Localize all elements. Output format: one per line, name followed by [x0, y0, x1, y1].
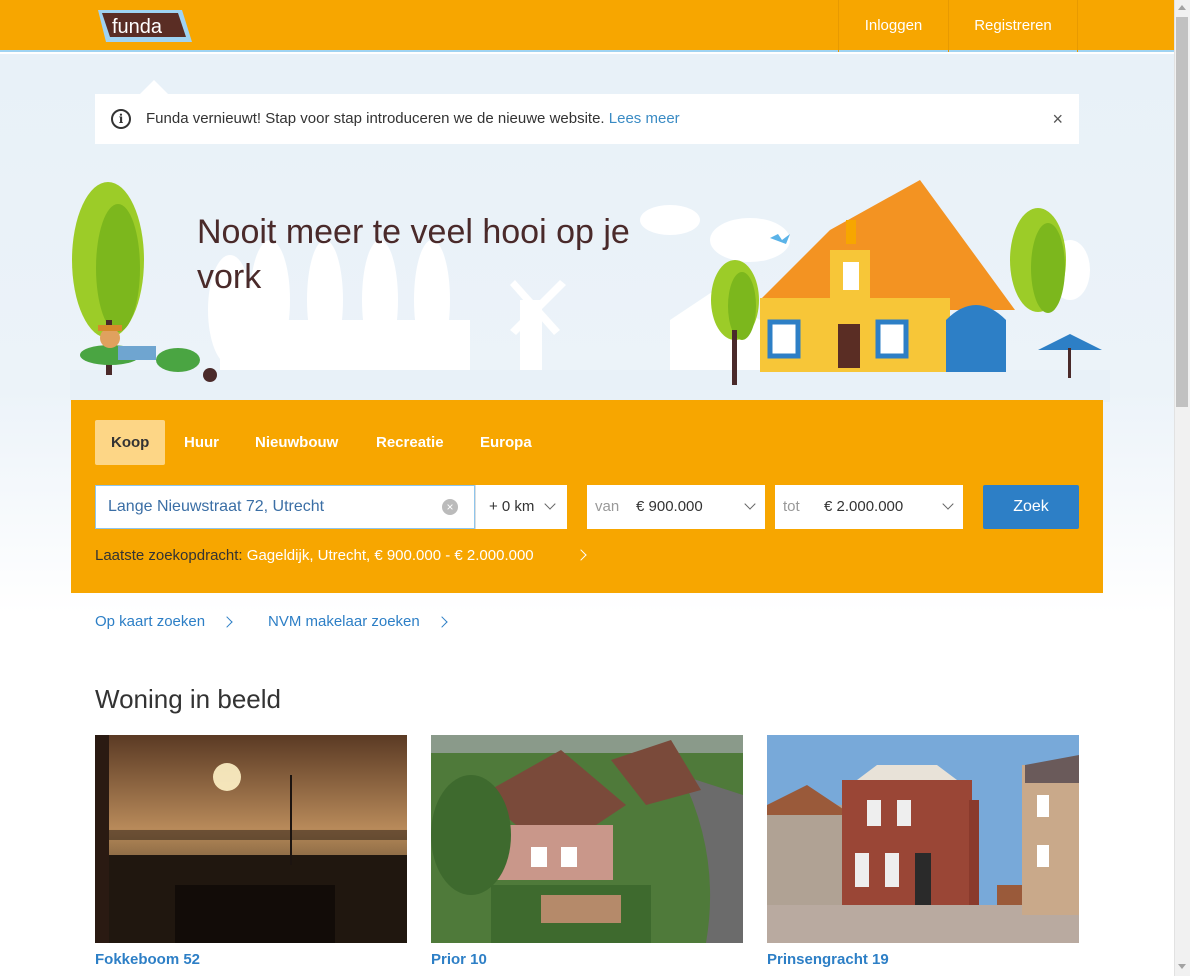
- price-from-select[interactable]: van € 900.000: [587, 485, 765, 529]
- listing-photo[interactable]: [431, 735, 743, 943]
- last-search-label: Laatste zoekopdracht:: [95, 547, 243, 564]
- read-more-link[interactable]: Lees meer: [609, 110, 680, 127]
- radius-value: + 0 km: [489, 498, 535, 515]
- login-button[interactable]: Inloggen: [838, 0, 948, 52]
- top-navigation-bar: funda Inloggen Registreren: [0, 0, 1174, 52]
- listing-title[interactable]: Prior 10: [431, 951, 487, 968]
- notice-message: Funda vernieuwt! Stap voor stap introduc…: [146, 110, 605, 127]
- featured-listing-card[interactable]: Fokkeboom 52: [95, 735, 407, 968]
- featured-listing-card[interactable]: Prior 10: [431, 735, 743, 968]
- map-search-link[interactable]: Op kaart zoeken: [95, 613, 205, 630]
- last-search-link[interactable]: Gageldijk, Utrecht, € 900.000 - € 2.000.…: [247, 547, 534, 564]
- featured-listing-card[interactable]: Prinsengracht 19: [767, 735, 1079, 968]
- nvm-broker-search-link[interactable]: NVM makelaar zoeken: [268, 613, 420, 630]
- search-panel: Koop Huur Nieuwbouw Recreatie Europa Lan…: [71, 400, 1103, 593]
- price-from-label: van: [595, 498, 620, 515]
- hero-title: Nooit meer te veel hooi op je vork: [197, 213, 630, 296]
- radius-select[interactable]: + 0 km: [475, 485, 567, 529]
- clear-input-icon[interactable]: ×: [442, 499, 458, 515]
- last-search: Laatste zoekopdracht: Gageldijk, Utrecht…: [95, 547, 534, 564]
- tab-huur[interactable]: Huur: [168, 420, 235, 465]
- site-notice-banner: i Funda vernieuwt! Stap voor stap introd…: [95, 94, 1079, 144]
- price-to-value: € 2.000.000: [824, 498, 904, 515]
- chevron-right-icon[interactable]: [436, 616, 448, 628]
- listing-title[interactable]: Prinsengracht 19: [767, 951, 889, 968]
- featured-section-title: Woning in beeld: [95, 684, 281, 714]
- funda-logo[interactable]: funda: [96, 8, 194, 44]
- tab-nieuwbouw[interactable]: Nieuwbouw: [239, 420, 354, 465]
- location-search-input[interactable]: Lange Nieuwstraat 72, Utrecht: [95, 485, 475, 529]
- chevron-down-icon: [942, 498, 954, 510]
- notice-pointer: [140, 80, 168, 94]
- logo-text: funda: [112, 16, 163, 38]
- price-to-select[interactable]: tot € 2.000.000: [775, 485, 963, 529]
- chevron-right-icon[interactable]: [575, 549, 587, 561]
- register-button[interactable]: Registreren: [948, 0, 1078, 52]
- scrollbar-thumb[interactable]: [1176, 17, 1188, 407]
- scroll-up-arrow-icon[interactable]: [1178, 5, 1186, 10]
- listing-photo[interactable]: [767, 735, 1079, 943]
- notice-text: Funda vernieuwt! Stap voor stap introduc…: [146, 110, 680, 127]
- price-from-value: € 900.000: [636, 498, 703, 515]
- tab-europa[interactable]: Europa: [464, 420, 548, 465]
- scroll-down-arrow-icon[interactable]: [1178, 964, 1186, 969]
- price-to-label: tot: [783, 498, 800, 515]
- search-button[interactable]: Zoek: [983, 485, 1079, 529]
- listing-title[interactable]: Fokkeboom 52: [95, 951, 200, 968]
- close-icon[interactable]: ×: [1052, 109, 1063, 129]
- info-icon: i: [111, 109, 131, 129]
- listing-photo[interactable]: [95, 735, 407, 943]
- tab-recreatie[interactable]: Recreatie: [360, 420, 460, 465]
- chevron-right-icon[interactable]: [221, 616, 233, 628]
- tab-koop[interactable]: Koop: [95, 420, 166, 465]
- chevron-down-icon: [544, 498, 556, 510]
- chevron-down-icon: [744, 498, 756, 510]
